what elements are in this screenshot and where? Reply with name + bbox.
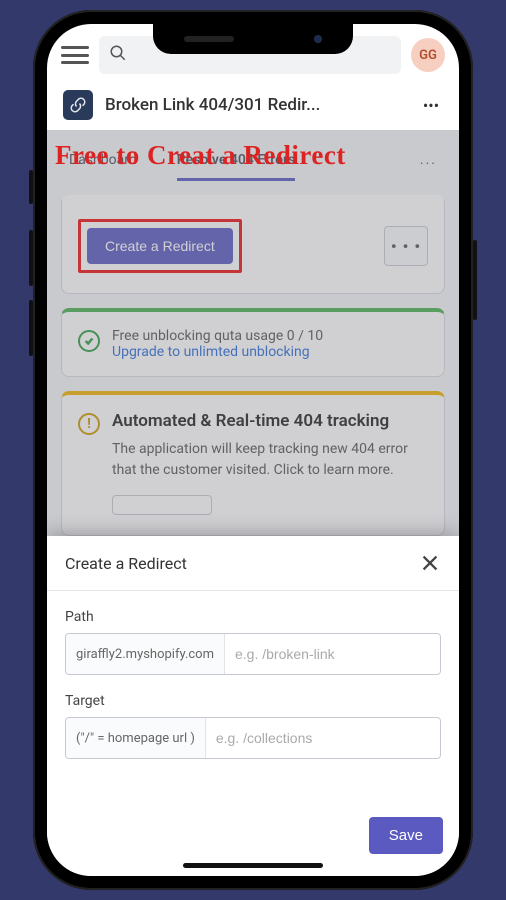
path-input-wrap: giraffly2.myshopify.com	[65, 633, 441, 675]
sheet-title: Create a Redirect	[65, 554, 187, 573]
quota-card: Free unblocking quta usage 0 / 10 Upgrad…	[61, 308, 445, 377]
target-input[interactable]	[206, 718, 440, 758]
card-more-button[interactable]: • • •	[384, 226, 428, 266]
app-title-row: Broken Link 404/301 Redir... •••	[47, 80, 459, 130]
path-input[interactable]	[225, 634, 440, 674]
device-button	[29, 170, 33, 204]
device-button	[473, 240, 477, 320]
tabs-more-icon[interactable]: ...	[420, 152, 437, 181]
path-prefix: giraffly2.myshopify.com	[66, 634, 225, 674]
create-redirect-button[interactable]: Create a Redirect	[87, 228, 233, 264]
notch	[153, 24, 353, 54]
target-input-wrap: ("/" = homepage url )	[65, 717, 441, 759]
page-title: Broken Link 404/301 Redir...	[105, 95, 407, 115]
save-button[interactable]: Save	[369, 817, 443, 854]
sheet-header: Create a Redirect	[47, 536, 459, 591]
target-label: Target	[65, 693, 441, 709]
close-icon[interactable]	[419, 552, 441, 574]
device-button	[29, 300, 33, 356]
tab-resolve[interactable]: Resolve 404 Errors	[177, 152, 296, 181]
action-card: Create a Redirect • • •	[61, 195, 445, 294]
app-icon	[63, 90, 93, 120]
avatar[interactable]: GG	[411, 38, 445, 72]
app-more-icon[interactable]: •••	[419, 96, 443, 115]
path-label: Path	[65, 609, 441, 625]
learn-more-button[interactable]	[112, 495, 212, 515]
menu-icon[interactable]	[61, 43, 89, 67]
phone-frame: GG Broken Link 404/301 Redir... ••• Free…	[33, 10, 473, 890]
alert-icon: !	[78, 413, 100, 435]
screen: GG Broken Link 404/301 Redir... ••• Free…	[47, 24, 459, 876]
home-indicator	[183, 863, 323, 868]
search-icon	[109, 44, 127, 66]
tabs: Dashboard Resolve 404 Errors ...	[47, 130, 459, 181]
device-button	[29, 230, 33, 286]
tracking-card[interactable]: ! Automated & Real-time 404 tracking The…	[61, 391, 445, 536]
check-icon	[78, 330, 100, 352]
main-content: Free to Creat a Redirect Dashboard Resol…	[47, 130, 459, 560]
tracking-title: Automated & Real-time 404 tracking	[112, 411, 428, 431]
target-prefix: ("/" = homepage url )	[66, 718, 206, 758]
upgrade-link[interactable]: Upgrade to unlimted unblocking	[112, 344, 323, 360]
quota-text: Free unblocking quta usage 0 / 10	[112, 328, 323, 344]
annotation-highlight: Create a Redirect	[78, 219, 242, 273]
sheet-body: Path giraffly2.myshopify.com Target ("/"…	[47, 591, 459, 807]
create-redirect-sheet: Create a Redirect Path giraffly2.myshopi…	[47, 536, 459, 876]
tracking-body: The application will keep tracking new 4…	[112, 439, 428, 481]
tab-dashboard[interactable]: Dashboard	[69, 152, 137, 181]
